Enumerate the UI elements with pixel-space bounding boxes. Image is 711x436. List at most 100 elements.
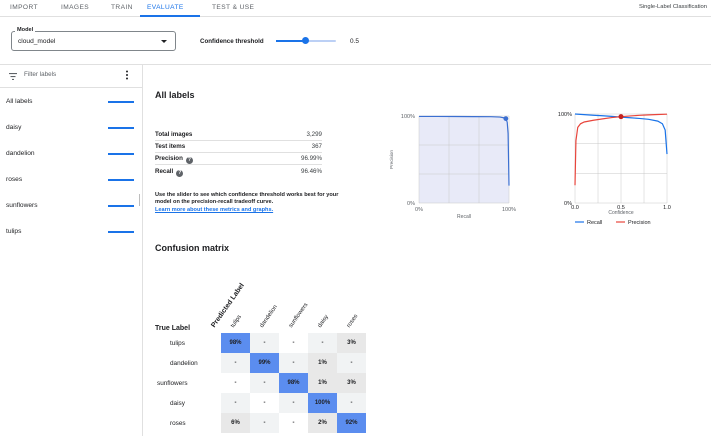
x-tick-label: 1.0 <box>663 205 671 211</box>
row-label: dandelion <box>170 360 198 367</box>
sidebar-item-roses[interactable]: roses <box>0 172 142 192</box>
matrix-cell: - <box>337 393 366 413</box>
matrix-cell: - <box>337 353 366 373</box>
sidebar-item-tulips[interactable]: tulips <box>0 224 142 244</box>
metric-key-with-help: Precision? <box>155 155 193 164</box>
metric-row-precision: Precision? 96.99% <box>155 153 322 165</box>
threshold-label: Confidence threshold <box>200 38 264 45</box>
metric-key: Recall <box>155 168 174 175</box>
legend-label: Recall <box>587 220 602 226</box>
y-tick-label: 100% <box>401 114 415 120</box>
chevron-down-icon <box>161 40 167 43</box>
tab-train[interactable]: TRAIN <box>111 4 133 11</box>
pr-area <box>419 116 509 203</box>
sidebar-resize-handle[interactable] <box>139 194 140 206</box>
matrix-cell: - <box>221 393 250 413</box>
model-select-label: Model <box>15 27 36 33</box>
matrix-cell: - <box>279 333 308 353</box>
matrix-cell: 92% <box>337 413 366 433</box>
page-title: All labels <box>155 90 195 100</box>
matrix-cell: 100% <box>308 393 337 413</box>
metrics-description: Use the slider to see which confidence t… <box>155 192 339 205</box>
legend-label: Precision <box>628 220 651 226</box>
x-axis-label: Confidence <box>608 210 634 216</box>
x-tick-label: 0.0 <box>571 205 579 211</box>
top-tab-bar: IMPORT IMAGES TRAIN EVALUATE TEST & USE … <box>0 0 711 17</box>
matrix-cell: - <box>250 393 279 413</box>
more-vert-icon[interactable] <box>125 70 129 80</box>
metric-row-test-items: Test items 367 <box>155 141 322 153</box>
app-mode-label: Single-Label Classification <box>639 4 707 10</box>
matrix-cell: - <box>279 353 308 373</box>
matrix-cell: - <box>250 413 279 433</box>
column-header: roses <box>346 313 360 329</box>
sidebar-item-sunflowers[interactable]: sunflowers <box>0 198 142 218</box>
active-tab-indicator <box>140 15 200 17</box>
matrix-cell: 1% <box>308 353 337 373</box>
row-label: sunflowers <box>157 380 188 387</box>
threshold-value: 0.5 <box>350 38 359 45</box>
matrix-cell: 2% <box>308 413 337 433</box>
column-header: sunflowers <box>288 302 310 329</box>
learn-more-link[interactable]: Learn more about these metrics and graph… <box>155 207 273 213</box>
matrix-cell: - <box>308 333 337 353</box>
help-icon[interactable]: ? <box>185 157 193 164</box>
metric-key: Test items <box>155 143 186 150</box>
model-select[interactable]: cloud_model <box>11 31 176 51</box>
matrix-cell: 3% <box>337 333 366 353</box>
metric-key: Total images <box>155 131 193 138</box>
sidebar-item-bar <box>108 127 134 129</box>
help-icon[interactable]: ? <box>176 170 184 177</box>
sidebar-item-label: dandelion <box>6 150 35 157</box>
y-axis-label: Precision <box>389 150 394 169</box>
metric-value: 3,299 <box>306 131 322 138</box>
sidebar-item-label: daisy <box>6 124 22 131</box>
label-sidebar: Filter labels All labels daisy dandelion… <box>0 65 143 436</box>
matrix-cell: 1% <box>308 373 337 393</box>
column-header: dandelion <box>259 304 279 329</box>
matrix-cell: - <box>279 413 308 433</box>
tab-test-and-use[interactable]: TEST & USE <box>212 4 254 11</box>
sidebar-item-bar <box>108 205 134 207</box>
row-label: tulips <box>170 340 185 347</box>
matrix-cell: 98% <box>221 333 250 353</box>
true-label-axis-title: True Label <box>155 325 191 332</box>
metric-row-recall: Recall? 96.46% <box>155 166 322 178</box>
metric-value: 96.99% <box>301 155 322 162</box>
x-axis-label: Recall <box>457 214 471 220</box>
matrix-cell: 3% <box>337 373 366 393</box>
column-header: tulips <box>230 314 244 329</box>
tab-import[interactable]: IMPORT <box>10 4 38 11</box>
x-tick-label: 100% <box>502 207 516 213</box>
filter-labels-input[interactable]: Filter labels <box>24 71 56 78</box>
threshold-point <box>618 114 624 120</box>
matrix-cell: 6% <box>221 413 250 433</box>
sidebar-item-label: sunflowers <box>6 202 38 209</box>
predicted-label-axis-title: Predicted Label <box>210 282 246 329</box>
sidebar-item-bar <box>108 153 134 155</box>
sidebar-item-label: roses <box>6 176 23 183</box>
row-label: daisy <box>170 400 185 407</box>
sidebar-item-all-labels[interactable]: All labels <box>0 94 142 114</box>
metric-key-with-help: Recall? <box>155 168 184 177</box>
metric-value: 96.46% <box>301 168 322 175</box>
tab-images[interactable]: IMAGES <box>61 4 89 11</box>
filter-icon[interactable] <box>9 73 17 80</box>
tab-evaluate[interactable]: EVALUATE <box>147 4 184 11</box>
sidebar-item-bar <box>108 101 134 103</box>
sidebar-item-bar <box>108 179 134 181</box>
threshold-slider-fill <box>276 40 305 42</box>
matrix-cell: - <box>250 373 279 393</box>
model-select-value: cloud_model <box>18 38 56 45</box>
matrix-cell: - <box>279 393 308 413</box>
sidebar-item-daisy[interactable]: daisy <box>0 120 142 140</box>
matrix-cell: - <box>221 373 250 393</box>
threshold-slider-handle[interactable] <box>302 37 309 44</box>
column-header: daisy <box>317 314 331 329</box>
matrix-cell: - <box>221 353 250 373</box>
sidebar-divider <box>0 87 142 88</box>
sidebar-item-dandelion[interactable]: dandelion <box>0 146 142 166</box>
y-tick-label: 0% <box>407 201 415 207</box>
matrix-cell: 99% <box>250 353 279 373</box>
sidebar-item-bar <box>108 231 134 233</box>
